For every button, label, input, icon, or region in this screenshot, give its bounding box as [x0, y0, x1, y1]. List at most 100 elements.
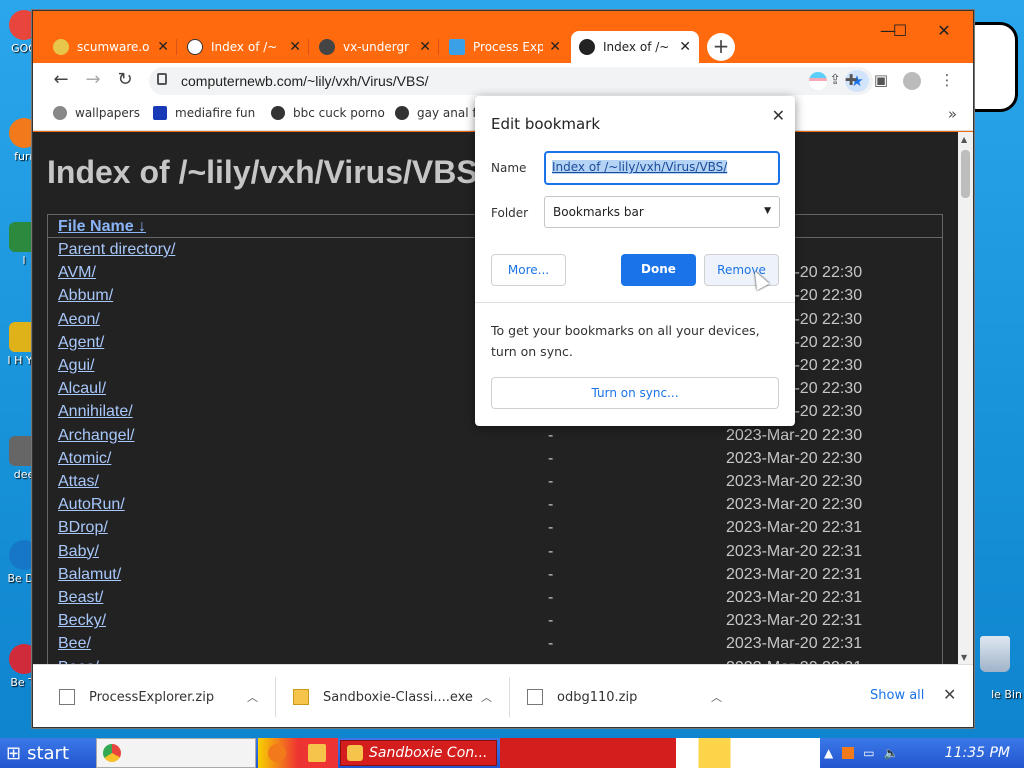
directory-link[interactable]: Annihilate/	[58, 403, 133, 421]
folder-select[interactable]: Bookmarks bar ▼	[544, 196, 780, 228]
tab-close-icon[interactable]: ✕	[549, 39, 561, 55]
download-item[interactable]: ProcessExplorer.zip ︿	[59, 683, 269, 711]
tab-close-icon[interactable]: ✕	[419, 39, 431, 55]
close-download-shelf-button[interactable]: ✕	[943, 685, 956, 704]
folder-taskbar-icon[interactable]	[308, 744, 326, 762]
tab-title: scumware.o	[77, 40, 150, 54]
network-icon[interactable]: ▭	[863, 746, 874, 760]
done-button[interactable]: Done	[621, 254, 696, 286]
close-window-button[interactable]: ✕	[933, 21, 955, 40]
date-modified-cell: 2023-Mar-20 22:31	[726, 565, 863, 583]
directory-link[interactable]: Agui/	[58, 357, 94, 375]
new-tab-button[interactable]: +	[707, 33, 735, 61]
directory-link[interactable]: Balamut/	[58, 566, 121, 584]
directory-link[interactable]: Bee/	[58, 635, 91, 653]
page-scrollbar[interactable]: ▲ ▼	[958, 132, 973, 664]
directory-link[interactable]: Baby/	[58, 543, 99, 561]
file-size-cell: -	[548, 635, 554, 653]
bookmark-item[interactable]: gay anal fi	[395, 106, 480, 120]
dialog-close-icon[interactable]: ✕	[772, 106, 785, 125]
url-text[interactable]: computernewb.com/~lily/vxh/Virus/VBS/	[181, 73, 429, 89]
recycle-bin-icon[interactable]	[980, 636, 1010, 672]
bookmarks-overflow-button[interactable]: »	[948, 105, 957, 123]
maximize-button[interactable]: ☐	[889, 21, 911, 40]
recycle-bin-label: le Bin	[991, 688, 1022, 701]
scrollbar-thumb[interactable]	[961, 150, 970, 198]
table-row: Beast/ - 2023-Mar-20 22:31	[48, 589, 942, 612]
extension-flag-icon[interactable]	[809, 72, 827, 90]
tray-expand-icon[interactable]: ▲	[824, 746, 833, 760]
tab-separator	[176, 39, 177, 55]
side-panel-icon[interactable]: ▣	[871, 71, 891, 91]
directory-link[interactable]: Beast/	[58, 589, 103, 607]
bookmark-favicon-icon	[53, 106, 67, 120]
tab-close-icon[interactable]: ✕	[289, 39, 301, 55]
chevron-up-icon[interactable]: ︿	[481, 689, 492, 705]
scroll-up-arrow-icon[interactable]: ▲	[961, 135, 967, 144]
directory-link[interactable]: Alcaul/	[58, 380, 106, 398]
share-icon[interactable]: ⇪	[829, 72, 841, 88]
back-button[interactable]: ←	[49, 69, 73, 93]
tab-scumware[interactable]: scumware.o ✕	[45, 31, 177, 63]
globe-icon	[271, 106, 285, 120]
directory-link[interactable]: Attas/	[58, 473, 99, 491]
forward-button[interactable]: →	[81, 69, 105, 93]
tray-app-icon[interactable]	[842, 747, 855, 759]
taskbar-clock[interactable]: 11:35 PM	[945, 745, 1010, 761]
date-modified-cell: 2023-Mar-20 22:31	[726, 612, 863, 630]
chevron-up-icon[interactable]: ︿	[711, 689, 722, 705]
tab-vx-underground[interactable]: vx-undergr ✕	[311, 31, 439, 63]
bookmark-name-value[interactable]: Index of /~lily/vxh/Virus/VBS/	[552, 160, 728, 174]
directory-link[interactable]: Archangel/	[58, 427, 135, 445]
zip-file-icon	[527, 689, 543, 705]
chevron-up-icon[interactable]: ︿	[247, 689, 258, 705]
tab-title: Index of /~	[603, 40, 670, 54]
profile-avatar-icon[interactable]	[903, 72, 921, 90]
directory-link[interactable]: BDrop/	[58, 519, 108, 537]
directory-link[interactable]: Aeon/	[58, 311, 100, 329]
reload-button[interactable]: ↻	[113, 69, 137, 93]
table-row: Balamut/ - 2023-Mar-20 22:31	[48, 566, 942, 589]
extensions-puzzle-icon[interactable]: ✚	[841, 71, 861, 91]
download-item[interactable]: Sandboxie-Classi....exe ︿	[293, 683, 503, 711]
download-item[interactable]: odbg110.zip ︿	[527, 683, 727, 711]
tab-index-of[interactable]: Index of /~ ✕	[179, 31, 309, 63]
directory-link[interactable]: AutoRun/	[58, 496, 125, 514]
bookmark-label: gay anal fi	[417, 106, 480, 120]
scroll-down-arrow-icon[interactable]: ▼	[961, 653, 967, 662]
directory-link[interactable]: Atomic/	[58, 450, 111, 468]
lock-icon[interactable]	[157, 73, 167, 85]
directory-link[interactable]: Abbum/	[58, 287, 113, 305]
turn-on-sync-button[interactable]: Turn on sync...	[491, 377, 779, 409]
start-button[interactable]: ⊞ start	[0, 738, 90, 768]
file-size-cell: -	[548, 589, 554, 606]
tab-close-icon[interactable]: ✕	[679, 39, 691, 55]
volume-icon[interactable]: 🔈	[884, 746, 899, 760]
taskbar-item-sandboxie[interactable]: Sandboxie Con...	[340, 740, 497, 766]
bookmark-item[interactable]: wallpapers	[53, 106, 140, 120]
sync-description: To get your bookmarks on all your device…	[491, 323, 760, 359]
firefox-taskbar-icon[interactable]	[268, 744, 286, 762]
bookmark-item[interactable]: bbc cuck porno	[271, 106, 385, 120]
column-header-file-name[interactable]: File Name ↓	[58, 218, 146, 236]
tab-index-of-active[interactable]: Index of /~ ✕	[571, 31, 699, 63]
more-button[interactable]: More...	[491, 254, 566, 286]
directory-link[interactable]: Parent directory/	[58, 241, 175, 259]
edit-bookmark-dialog: Edit bookmark ✕ Name Index of /~lily/vxh…	[475, 96, 795, 426]
directory-link[interactable]: Becky/	[58, 612, 106, 630]
bookmark-item[interactable]: mediafire fun	[153, 106, 255, 120]
directory-link[interactable]: Agent/	[58, 334, 104, 352]
date-modified-cell: 2023-Mar-20 22:31	[726, 519, 863, 537]
tab-process-explorer[interactable]: Process Exp ✕	[441, 31, 569, 63]
table-row: Bee/ - 2023-Mar-20 22:31	[48, 635, 942, 658]
download-filename: odbg110.zip	[557, 689, 638, 705]
show-all-downloads-link[interactable]: Show all	[870, 688, 924, 703]
taskbar-search-box[interactable]	[96, 738, 256, 768]
bookmark-name-input[interactable]: Index of /~lily/vxh/Virus/VBS/	[544, 151, 780, 185]
tab-close-icon[interactable]: ✕	[157, 39, 169, 55]
chrome-taskbar-icon[interactable]	[103, 744, 121, 762]
menu-kebab-icon[interactable]: ⋮	[937, 71, 957, 91]
directory-link[interactable]: AVM/	[58, 264, 96, 282]
file-size-cell: -	[548, 542, 554, 560]
address-bar[interactable]: computernewb.com/~lily/vxh/Virus/VBS/ ⇪ …	[149, 67, 873, 95]
